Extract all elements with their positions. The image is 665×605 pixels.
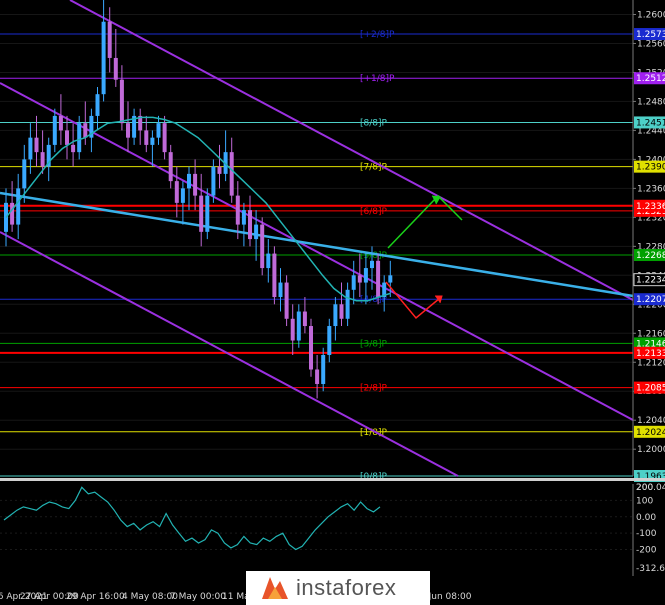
price-chart: [+2/8]P[+1/8]P[8/8]P[7/8]P[6/8]P[5/8]P[4…	[0, 0, 665, 605]
candle-body	[272, 253, 277, 298]
level-price-tag-label: 1.2268	[636, 251, 665, 261]
candle-body	[77, 123, 82, 153]
murrey-label: [+2/8]P	[360, 30, 395, 40]
red-level-tag-label: 1.2336	[636, 202, 665, 212]
price-tick-label: 1.2040	[637, 416, 665, 426]
candle-body	[260, 224, 265, 269]
candle-body	[168, 152, 173, 182]
level-price-tag-label: 1.2024	[636, 428, 665, 438]
candle-body	[144, 130, 149, 145]
time-label: 29 Apr 16:00	[66, 592, 125, 602]
candle-body	[65, 130, 69, 145]
candle-body	[156, 123, 161, 138]
price-tick-label: 1.2560	[637, 39, 665, 49]
time-label: 7 May 00:00	[170, 592, 226, 602]
candle-body	[315, 369, 320, 384]
candle-body	[351, 275, 356, 290]
candle-body	[217, 166, 222, 174]
oscillator-tick-label: 200	[636, 483, 653, 493]
level-price-tag-label: 1.2390	[636, 163, 665, 173]
candle-body	[113, 57, 118, 80]
oscillator-tick-label: -200	[636, 546, 657, 556]
candle-body	[58, 115, 63, 131]
candle-body	[16, 188, 21, 225]
candle-body	[284, 282, 289, 319]
candle-body	[211, 166, 216, 196]
level-price-tag-label: 1.2573	[636, 30, 665, 40]
candle-body	[205, 195, 210, 232]
candle-body	[34, 137, 39, 153]
brand-name: instaforex	[296, 575, 397, 600]
red-level-tag-label: 1.2133	[636, 349, 665, 359]
candle-body	[95, 94, 100, 116]
candle-body	[126, 123, 130, 138]
instaforex-logo: instaforex	[246, 571, 430, 605]
price-tick-label: 1.2000	[637, 445, 665, 455]
oscillator-tick-label: 100	[636, 496, 653, 506]
candle-body	[296, 311, 301, 341]
candle-body	[376, 260, 381, 298]
panel-separator	[0, 478, 665, 481]
chart-background	[0, 0, 665, 605]
oscillator-tick-label: -312.6827	[636, 564, 665, 574]
oscillator-tick-label: -100	[636, 529, 657, 539]
candle-body	[22, 159, 27, 189]
brand-mark-icon	[262, 577, 288, 599]
price-tick-label: 1.2360	[637, 184, 665, 194]
candle-body	[333, 304, 338, 327]
candle-body	[71, 144, 76, 153]
candle-body	[363, 268, 368, 283]
level-price-tag-label: 1.2207	[636, 295, 665, 305]
candle-body	[107, 21, 112, 58]
level-price-tag-label: 1.2512	[636, 74, 665, 84]
murrey-label: [6/8]P	[360, 207, 388, 217]
price-tick-label: 1.2600	[637, 10, 665, 20]
level-price-tag-label: 1.2451	[636, 118, 665, 128]
candle-body	[266, 253, 271, 269]
candle-body	[254, 224, 259, 240]
candle-body	[187, 173, 191, 189]
candle-body	[162, 123, 167, 153]
candle-body	[119, 79, 124, 124]
murrey-label: [8/8]P	[360, 118, 388, 128]
candle-body	[370, 260, 374, 269]
candle-body	[229, 152, 234, 196]
candle-body	[248, 210, 252, 240]
murrey-label: [3/8]P	[360, 339, 388, 349]
candle-body	[241, 210, 246, 225]
candle-body	[180, 188, 185, 203]
price-tick-label: 1.2480	[637, 97, 665, 107]
current-price-label: 1.2234	[636, 276, 665, 286]
level-price-tag-label: 1.2085	[636, 384, 665, 394]
candle-body	[388, 275, 393, 283]
murrey-label: [+1/8]P	[360, 74, 395, 84]
candle-body	[193, 173, 198, 196]
candle-body	[40, 152, 45, 167]
candle-body	[150, 137, 155, 145]
candle-body	[302, 311, 307, 327]
candle-body	[339, 304, 344, 319]
candle-body	[28, 137, 33, 160]
murrey-label: [2/8]P	[360, 384, 388, 394]
candle-body	[174, 181, 179, 203]
candle-body	[278, 282, 283, 298]
candle-body	[52, 115, 57, 145]
candle-body	[357, 275, 362, 283]
candle-body	[345, 289, 350, 319]
candle-body	[235, 195, 240, 225]
price-tick-label: 1.2120	[637, 358, 665, 368]
oscillator-tick-label: 0.00	[636, 513, 656, 523]
candle-body	[101, 21, 106, 95]
candle-body	[199, 195, 204, 232]
candle-body	[321, 355, 326, 384]
candle-body	[327, 326, 332, 356]
candle-body	[10, 202, 15, 225]
candle-body	[83, 123, 88, 138]
candle-body	[309, 326, 313, 370]
candle-body	[290, 318, 295, 341]
